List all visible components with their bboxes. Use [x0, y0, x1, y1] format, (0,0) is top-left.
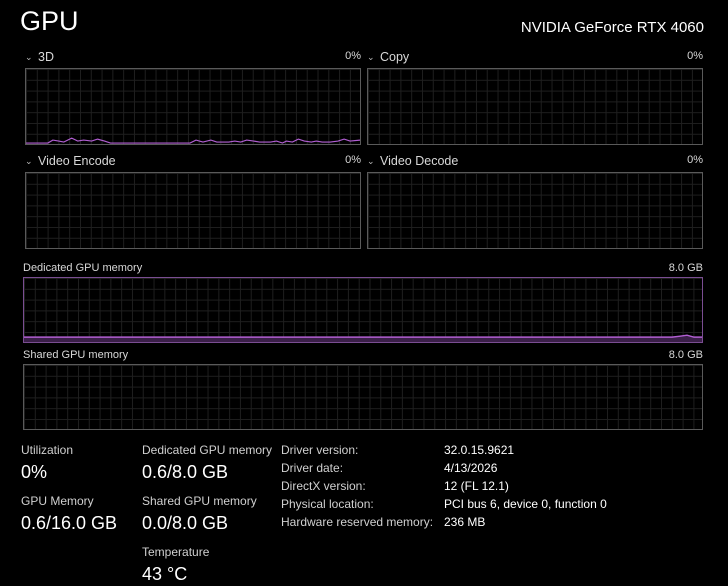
- engine-selector-copy[interactable]: ⌄ Copy: [367, 49, 409, 65]
- physical-location-value: PCI bus 6, device 0, function 0: [444, 497, 607, 511]
- dedicated-memory-graph-label: Dedicated GPU memory: [23, 262, 143, 274]
- driver-version-value: 32.0.15.9621: [444, 443, 515, 457]
- temperature-label: Temperature: [142, 545, 210, 559]
- engine-percent: 0%: [345, 50, 361, 62]
- engine-graph-video-encode: [25, 172, 361, 249]
- utilization-value: 0%: [21, 462, 48, 482]
- directx-version-label: DirectX version:: [281, 479, 366, 493]
- shared-memory-graph-label: Shared GPU memory: [23, 349, 129, 361]
- utilization-label: Utilization: [21, 443, 74, 457]
- engine-label: Video Encode: [38, 154, 116, 168]
- directx-version-value: 12 (FL 12.1): [444, 479, 509, 493]
- dedicated-memory-label: Dedicated GPU memory: [142, 443, 273, 457]
- shared-memory-graph-max: 8.0 GB: [668, 349, 703, 361]
- driver-date-value: 4/13/2026: [444, 461, 498, 475]
- engine-selector-video-decode[interactable]: ⌄ Video Decode: [367, 153, 458, 169]
- engine-label: 3D: [38, 50, 54, 64]
- physical-location-label: Physical location:: [281, 497, 374, 511]
- dedicated-memory-graph-max: 8.0 GB: [668, 262, 703, 274]
- chevron-down-icon: ⌄: [367, 155, 375, 166]
- gpu-memory-value: 0.6/16.0 GB: [21, 513, 118, 533]
- hardware-reserved-memory-value: 236 MB: [444, 515, 486, 529]
- gpu-device-name: NVIDIA GeForce RTX 4060: [520, 19, 704, 36]
- dedicated-memory-graph: [23, 277, 703, 343]
- page-title: GPU: [20, 6, 79, 36]
- engine-label: Copy: [380, 50, 410, 64]
- engine-percent: 0%: [687, 50, 703, 62]
- temperature-value: 43 °C: [142, 564, 188, 584]
- engine-percent: 0%: [687, 154, 703, 166]
- driver-version-label: Driver version:: [281, 443, 359, 457]
- dedicated-memory-value: 0.6/8.0 GB: [142, 462, 229, 482]
- shared-memory-value: 0.0/8.0 GB: [142, 513, 229, 533]
- chevron-down-icon: ⌄: [25, 155, 33, 166]
- chevron-down-icon: ⌄: [25, 51, 33, 62]
- shared-memory-label: Shared GPU memory: [142, 494, 257, 508]
- engine-selector-video-encode[interactable]: ⌄ Video Encode: [25, 153, 116, 169]
- engine-graph-video-decode: [367, 172, 703, 249]
- hardware-reserved-memory-label: Hardware reserved memory:: [281, 515, 434, 529]
- utilization-line: [26, 137, 360, 144]
- gpu-memory-label: GPU Memory: [21, 494, 94, 508]
- dedicated-memory-line: [24, 334, 702, 342]
- chevron-down-icon: ⌄: [367, 51, 375, 62]
- engine-label: Video Decode: [380, 154, 459, 168]
- driver-date-label: Driver date:: [281, 461, 344, 475]
- engine-graph-3d: [25, 68, 361, 145]
- engine-selector-3d[interactable]: ⌄ 3D: [25, 49, 54, 65]
- engine-graph-copy: [367, 68, 703, 145]
- engine-percent: 0%: [345, 154, 361, 166]
- shared-memory-graph: [23, 364, 703, 430]
